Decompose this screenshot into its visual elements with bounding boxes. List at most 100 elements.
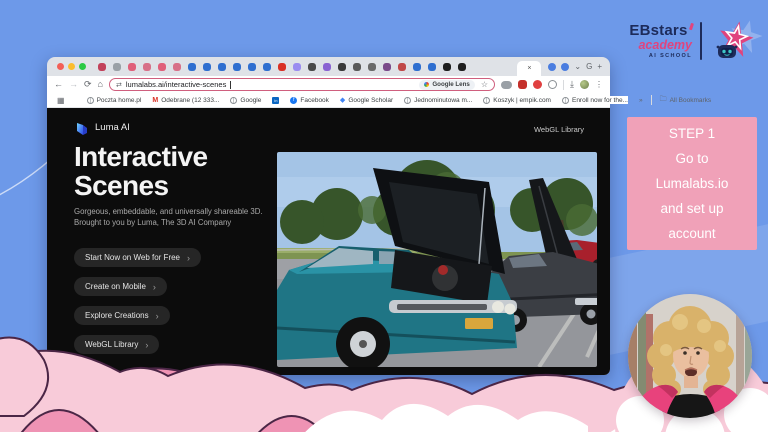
tab-favicon[interactable] — [158, 63, 166, 71]
step-text: Lumalabs.io — [656, 171, 729, 196]
tab-favicon[interactable] — [173, 63, 181, 71]
url-text[interactable]: lumalabs.ai/interactive-scenes — [126, 80, 226, 89]
tab-favicon[interactable] — [233, 63, 241, 71]
all-bookmarks-button[interactable]: 🗀 All Bookmarks — [660, 95, 712, 106]
tab-favicon[interactable] — [128, 63, 136, 71]
reload-icon[interactable]: ⟳ — [84, 80, 92, 89]
tab-favicon[interactable] — [353, 63, 361, 71]
linkedin-icon: in — [272, 97, 279, 104]
tab-search-icon[interactable]: ⌄ — [574, 62, 581, 71]
bookmark-item[interactable]: ◆Google Scholar — [340, 96, 393, 104]
tab-favicon[interactable] — [548, 63, 556, 71]
site-brand[interactable]: Luma AI — [95, 122, 130, 133]
google-lens-chip[interactable]: Google Lens — [419, 80, 474, 90]
tab-favicon[interactable] — [113, 63, 121, 71]
extension-icon[interactable] — [533, 80, 542, 89]
logo-tick-decoration — [688, 22, 693, 29]
bookmark-item[interactable]: Jednominutowa m... — [404, 97, 472, 104]
tab-favicons — [98, 63, 513, 71]
forward-icon[interactable]: → — [69, 80, 78, 89]
slide-canvas: × ⌄ G + ← → ⟳ ⌂ ⇄ lumalabs.ai/interactiv… — [0, 0, 768, 432]
globe-icon — [87, 97, 94, 104]
window-controls[interactable] — [57, 63, 86, 70]
globe-icon — [483, 97, 490, 104]
tab-strip: × ⌄ G + — [47, 57, 610, 76]
menu-dots-icon[interactable]: ⋮ — [595, 80, 603, 89]
tab-favicon[interactable] — [561, 63, 569, 71]
step-text: account — [668, 221, 715, 246]
tab-favicon[interactable] — [293, 63, 301, 71]
extension-icon[interactable] — [501, 81, 512, 89]
profile-avatar[interactable] — [580, 80, 589, 89]
bookmark-item[interactable]: Poczta home.pl — [87, 97, 142, 104]
address-bar[interactable]: ⇄ lumalabs.ai/interactive-scenes Google … — [109, 78, 495, 91]
globe-icon — [230, 97, 237, 104]
extension-icon[interactable] — [518, 80, 527, 89]
page-title: Interactive Scenes — [74, 142, 207, 200]
tab-favicon[interactable] — [458, 63, 466, 71]
chevron-right-icon: › — [153, 282, 156, 292]
bookmarks-list: Poczta home.pl MOdebrane (12 333... Google… — [87, 96, 628, 104]
logo-divider — [700, 22, 702, 60]
bookmarks-bar: ▦ Poczta home.pl MOdebrane (12 333... Goog… — [47, 93, 610, 108]
bookmark-item[interactable]: Enroll now for the... — [562, 97, 628, 104]
start-now-button[interactable]: Start Now on Web for Free› — [74, 248, 201, 267]
tab-favicon[interactable] — [263, 63, 271, 71]
step-title: STEP 1 — [669, 121, 715, 146]
bookmarks-overflow-icon[interactable]: » — [639, 97, 643, 104]
bookmarks-divider — [651, 95, 652, 105]
back-icon[interactable]: ← — [54, 80, 63, 89]
minimize-window-icon[interactable] — [68, 63, 75, 70]
logo-tagline: AI SCHOOL — [649, 54, 692, 60]
apps-grid-icon[interactable]: ▦ — [57, 96, 65, 105]
tab-favicon[interactable] — [443, 63, 451, 71]
text-caret — [230, 81, 231, 89]
logo-sub: academy — [638, 39, 692, 52]
lens-label: Google Lens — [432, 81, 469, 88]
step-panel: STEP 1 Go to Lumalabs.io and set up acco… — [627, 117, 757, 250]
bookmark-star-icon[interactable]: ☆ — [481, 80, 488, 89]
create-mobile-button[interactable]: Create on Mobile› — [74, 277, 167, 296]
bookmark-item[interactable]: fFacebook — [290, 97, 329, 104]
tab-favicon[interactable] — [203, 63, 211, 71]
academy-logo: EBstars academy AI SCHOOL — [602, 12, 758, 70]
luma-logo-icon[interactable] — [74, 121, 90, 137]
tab-favicon[interactable] — [143, 63, 151, 71]
bookmark-item[interactable]: Koszyk | empik.com — [483, 97, 551, 104]
bookmark-item[interactable]: in — [272, 97, 279, 104]
downloads-icon[interactable]: ⤓ — [570, 79, 574, 90]
maximize-window-icon[interactable] — [79, 63, 86, 70]
tab-group-icon[interactable]: G — [586, 62, 592, 71]
tab-favicon[interactable] — [398, 63, 406, 71]
tab-favicon[interactable] — [278, 63, 286, 71]
active-tab[interactable]: × — [517, 61, 541, 76]
globe-icon — [562, 97, 569, 104]
step-text: Go to — [675, 146, 708, 171]
tab-favicon[interactable] — [383, 63, 391, 71]
chevron-right-icon: › — [187, 253, 190, 263]
globe-icon — [404, 97, 411, 104]
tab-favicon[interactable] — [428, 63, 436, 71]
tab-favicon[interactable] — [308, 63, 316, 71]
tab-favicon[interactable] — [368, 63, 376, 71]
tab-favicon[interactable] — [248, 63, 256, 71]
tab-favicon[interactable] — [98, 63, 106, 71]
tab-favicon[interactable] — [218, 63, 226, 71]
tab-favicon[interactable] — [413, 63, 421, 71]
extensions-puzzle-icon[interactable] — [548, 80, 557, 89]
home-icon[interactable]: ⌂ — [98, 80, 103, 89]
chevron-right-icon: › — [156, 311, 159, 321]
tab-close-icon[interactable]: × — [527, 65, 531, 72]
star-robot-icon — [710, 17, 758, 65]
tab-favicon[interactable] — [338, 63, 346, 71]
gmail-icon: M — [152, 97, 158, 104]
nav-link-webgl[interactable]: WebGL Library — [534, 125, 584, 134]
toolbar-divider — [563, 80, 564, 90]
site-settings-icon[interactable]: ⇄ — [116, 81, 122, 89]
bookmark-item[interactable]: Google — [230, 97, 261, 104]
browser-toolbar: ← → ⟳ ⌂ ⇄ lumalabs.ai/interactive-scenes… — [47, 76, 610, 93]
tab-favicon[interactable] — [188, 63, 196, 71]
tab-favicon[interactable] — [323, 63, 331, 71]
close-window-icon[interactable] — [57, 63, 64, 70]
bookmark-item[interactable]: MOdebrane (12 333... — [152, 97, 219, 104]
